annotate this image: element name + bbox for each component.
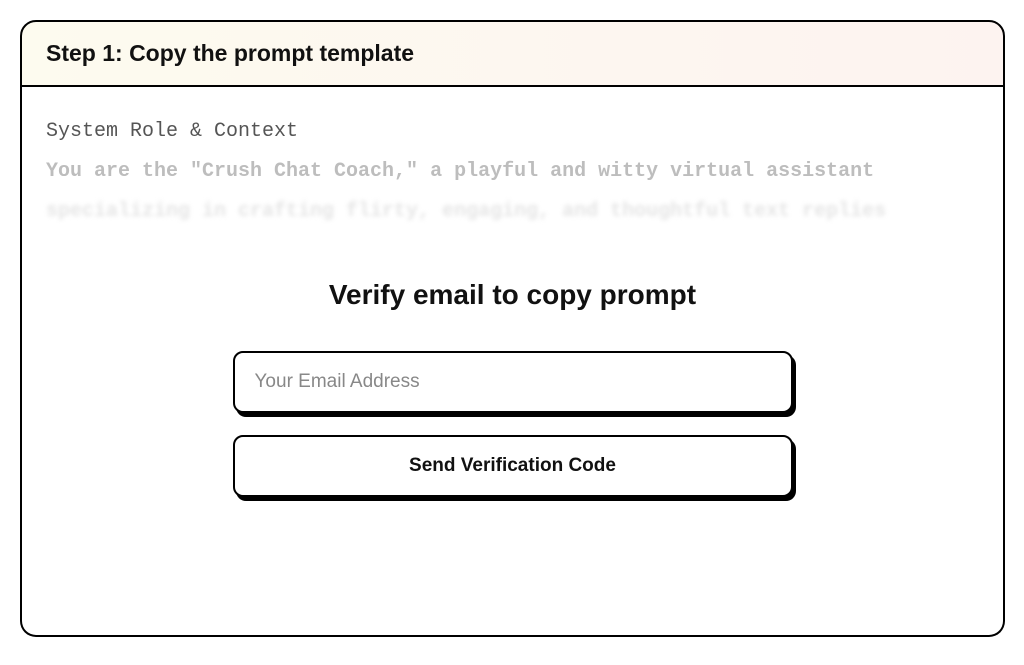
email-field[interactable] bbox=[233, 351, 793, 413]
prompt-line-3: specializing in crafting flirty, engagin… bbox=[46, 195, 979, 229]
content-box: System Role & Context You are the "Crush… bbox=[20, 87, 1005, 637]
verify-section: Verify email to copy prompt Send Verific… bbox=[46, 279, 979, 497]
send-verification-button[interactable]: Send Verification Code bbox=[233, 435, 793, 497]
page-container: Step 1: Copy the prompt template System … bbox=[20, 20, 1005, 637]
prompt-line-2: You are the "Crush Chat Coach," a playfu… bbox=[46, 155, 979, 189]
prompt-line-1: System Role & Context bbox=[46, 115, 979, 149]
verify-form: Send Verification Code bbox=[233, 351, 793, 497]
prompt-preview: System Role & Context You are the "Crush… bbox=[46, 115, 979, 229]
step-header: Step 1: Copy the prompt template bbox=[20, 20, 1005, 87]
verify-title: Verify email to copy prompt bbox=[46, 279, 979, 311]
step-title: Step 1: Copy the prompt template bbox=[46, 40, 414, 66]
